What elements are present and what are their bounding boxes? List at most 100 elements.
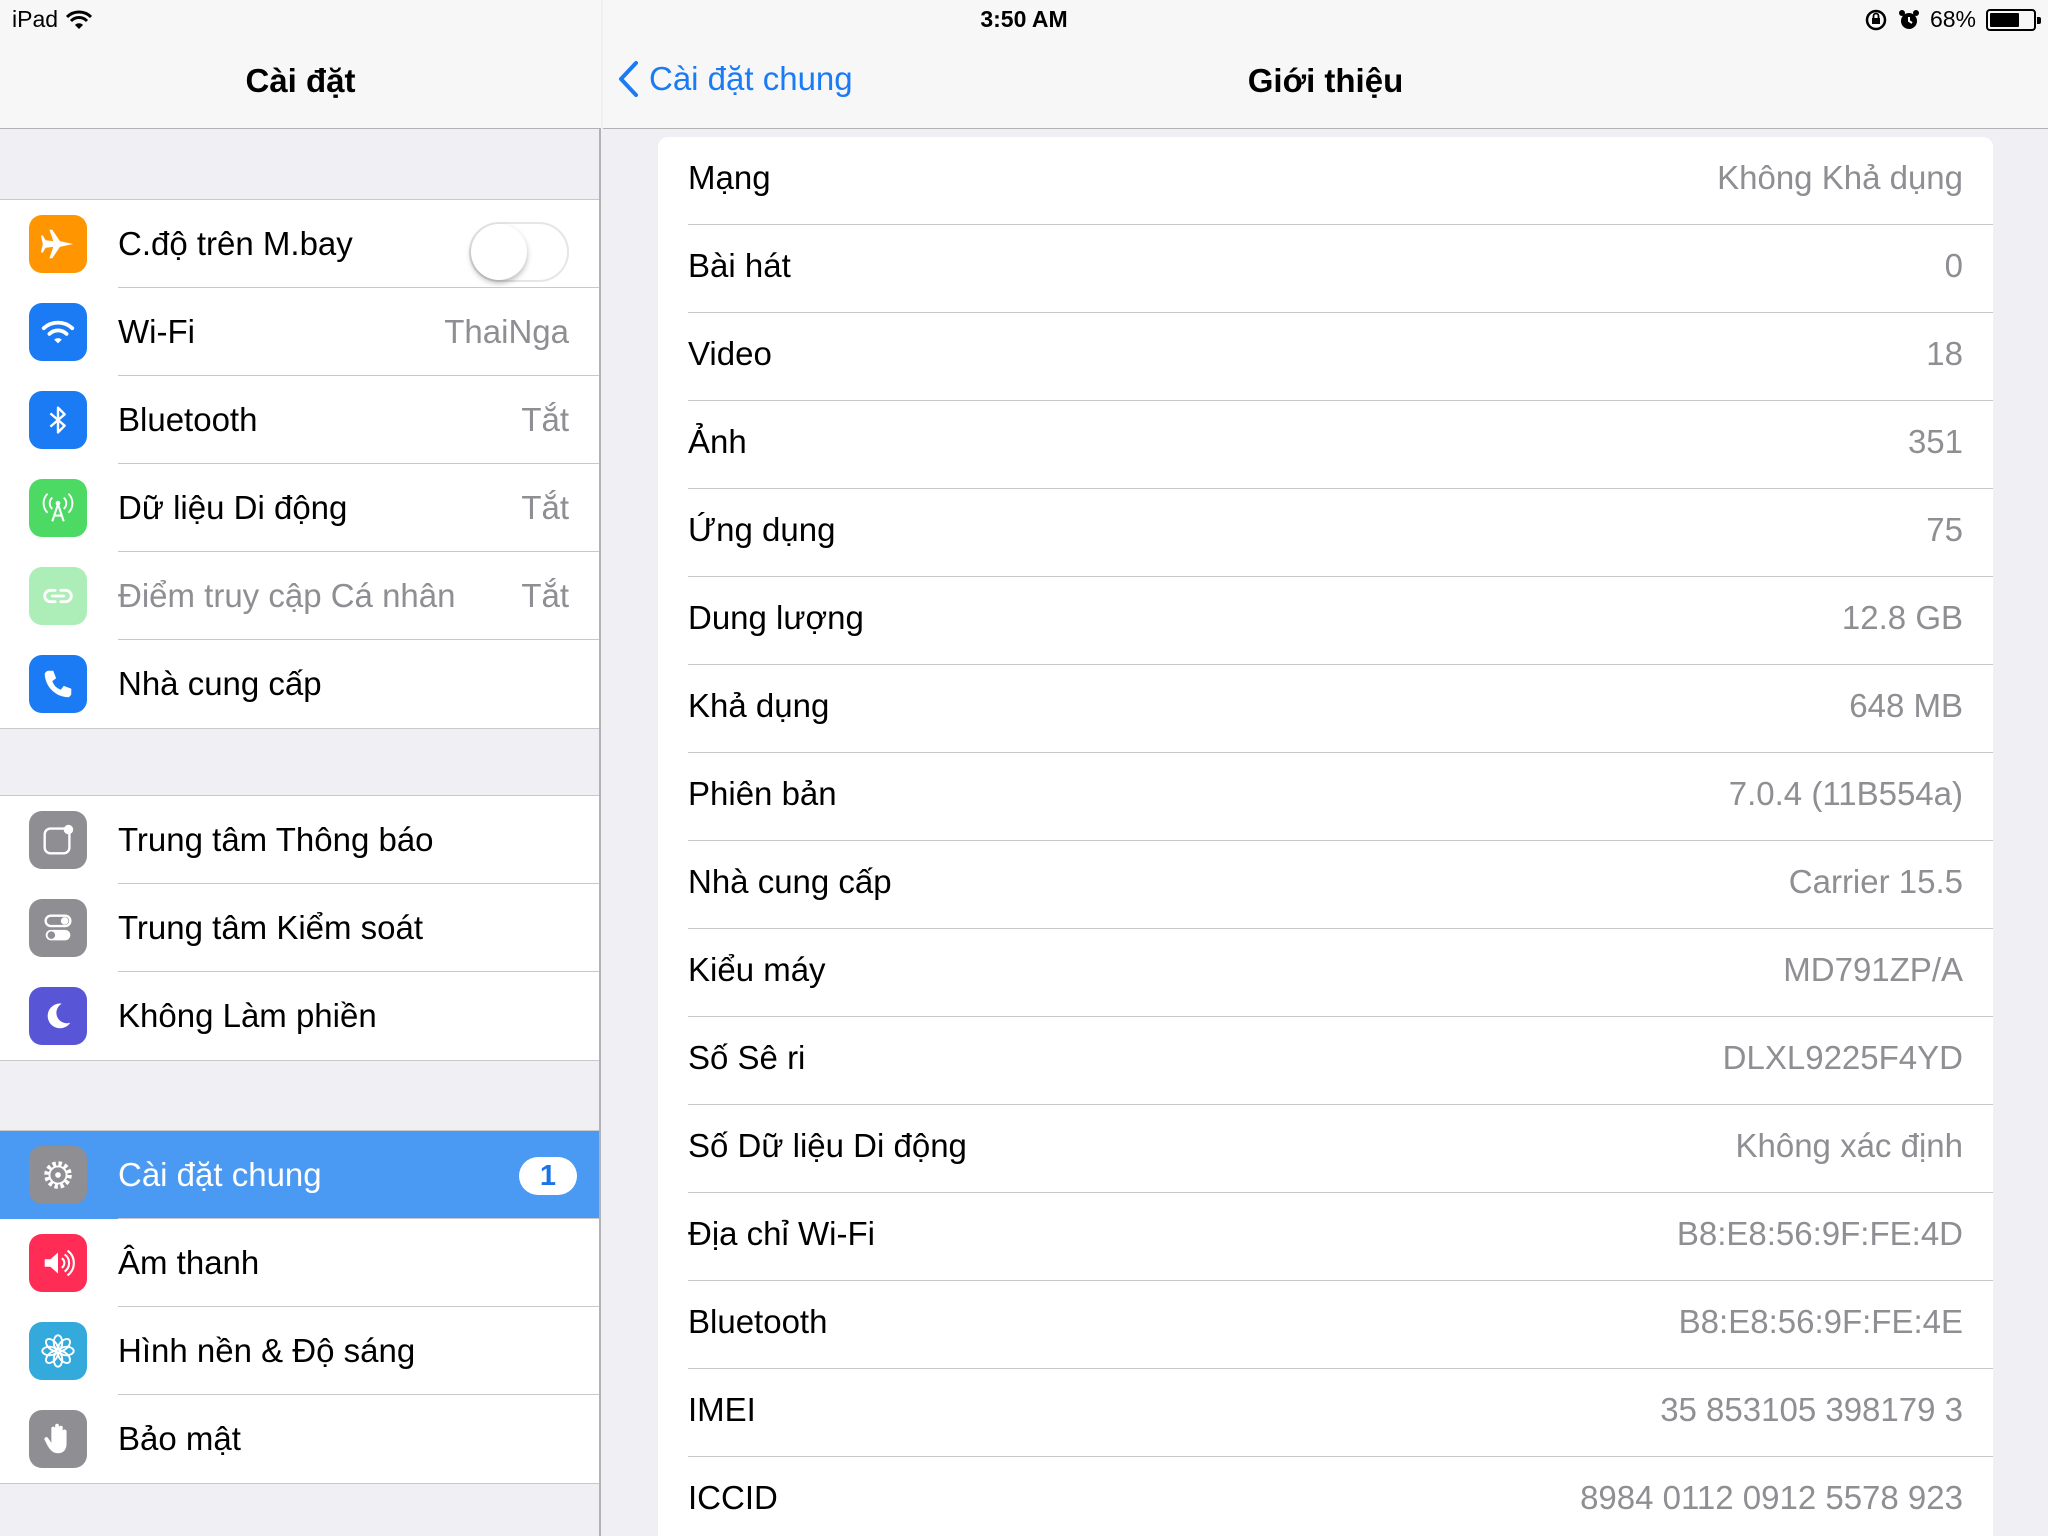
- info-row: Phiên bản 7.0.4 (11B554a): [658, 753, 1993, 841]
- info-value: 8984 0112 0912 5578 923: [1580, 1479, 1963, 1516]
- sidebar-title: Cài đặt: [245, 62, 356, 99]
- info-label: Dung lượng: [688, 599, 864, 636]
- info-label: Nhà cung cấp: [688, 863, 892, 900]
- info-row: Ứng dụng 75: [658, 489, 1993, 577]
- info-row: Bài hát 0: [658, 225, 1993, 313]
- battery-percent: 68%: [1929, 6, 1976, 32]
- flower-icon: [29, 1322, 87, 1380]
- sidebar-item-label: Nhà cung cấp: [118, 665, 322, 702]
- toggle-knob: [471, 224, 527, 280]
- info-value: 12.8 GB: [1841, 599, 1963, 636]
- sidebar-item-control-center[interactable]: Trung tâm Kiểm soát: [0, 884, 599, 972]
- sidebar-item-label: Trung tâm Kiểm soát: [118, 909, 424, 946]
- sidebar-item-label: Không Làm phiền: [118, 997, 377, 1034]
- info-row: ICCID 8984 0112 0912 5578 923: [658, 1457, 1993, 1536]
- info-label: Mạng: [688, 159, 771, 196]
- info-row: Kiểu máy MD791ZP/A: [658, 929, 1993, 1017]
- info-value: Không xác định: [1735, 1127, 1963, 1164]
- sidebar-item-label: Bluetooth: [118, 401, 258, 438]
- info-label: Số Sê ri: [688, 1039, 806, 1076]
- airplane-icon: [29, 215, 87, 273]
- info-row: Số Sê ri DLXL9225F4YD: [658, 1017, 1993, 1105]
- sidebar-item-wifi[interactable]: Wi-Fi ThaiNga: [0, 288, 599, 376]
- hotspot-icon: [29, 567, 87, 625]
- sidebar-item-label: Cài đặt chung: [118, 1156, 322, 1193]
- info-label: Bài hát: [688, 247, 791, 284]
- info-row: Địa chỉ Wi-Fi B8:E8:56:9F:FE:4D: [658, 1193, 1993, 1281]
- info-row: Dung lượng 12.8 GB: [658, 577, 1993, 665]
- sidebar-group-preferences: Cài đặt chung 1 Âm thanh Hình nền & Độ s…: [0, 1130, 599, 1484]
- wifi-network-value: ThaiNga: [444, 313, 569, 350]
- info-label: Số Dữ liệu Di động: [688, 1127, 967, 1164]
- info-value: B8:E8:56:9F:FE:4E: [1678, 1303, 1963, 1340]
- info-label: Địa chỉ Wi-Fi: [688, 1215, 875, 1252]
- gear-icon: [29, 1146, 87, 1204]
- speaker-icon: [29, 1234, 87, 1292]
- sidebar-item-carrier[interactable]: Nhà cung cấp: [0, 640, 599, 728]
- sidebar-item-label: Dữ liệu Di động: [118, 489, 348, 526]
- info-row: Ảnh 351: [658, 401, 1993, 489]
- info-row: Khả dụng 648 MB: [658, 665, 1993, 753]
- status-bar: iPad 3:50 AM 68%: [0, 0, 2048, 40]
- info-value: 18: [1926, 335, 1963, 372]
- info-value: DLXL9225F4YD: [1722, 1039, 1963, 1076]
- control-center-icon: [29, 899, 87, 957]
- info-label: Khả dụng: [688, 687, 830, 724]
- battery-fill: [1990, 12, 2019, 27]
- info-value: 0: [1944, 247, 1963, 284]
- sidebar-item-hotspot[interactable]: Điểm truy cập Cá nhân Tắt: [0, 552, 599, 640]
- sidebar-item-wallpaper-brightness[interactable]: Hình nền & Độ sáng: [0, 1307, 599, 1395]
- battery-icon: [1986, 8, 2041, 31]
- sidebar-item-bluetooth[interactable]: Bluetooth Tắt: [0, 376, 599, 464]
- sidebar-item-label: C.độ trên M.bay: [118, 225, 353, 262]
- info-row: Số Dữ liệu Di động Không xác định: [658, 1105, 1993, 1193]
- info-value: Không Khả dụng: [1717, 159, 1963, 196]
- info-label: Phiên bản: [688, 775, 837, 812]
- moon-icon: [29, 987, 87, 1045]
- info-label: IMEI: [688, 1391, 756, 1428]
- alarm-icon: [1898, 9, 1919, 29]
- airplane-mode-toggle[interactable]: [469, 222, 569, 282]
- info-label: Bluetooth: [688, 1303, 828, 1340]
- page-title: Giới thiệu: [1247, 62, 1404, 99]
- info-value: 35 853105 398179 3: [1660, 1391, 1963, 1428]
- info-value: 7.0.4 (11B554a): [1728, 775, 1963, 812]
- rotation-lock-icon: [1865, 9, 1887, 30]
- info-value: 351: [1907, 423, 1963, 460]
- hand-icon: [29, 1410, 87, 1468]
- sidebar-item-label: Trung tâm Thông báo: [118, 821, 434, 858]
- about-info-list: Mạng Không Khả dụng Bài hát 0 Video 18 Ảnh 351 Ứ…: [658, 137, 1993, 1536]
- info-value: 75: [1926, 511, 1963, 548]
- status-time: 3:50 AM: [980, 6, 1068, 32]
- info-value: MD791ZP/A: [1783, 951, 1963, 988]
- info-row: Nhà cung cấp Carrier 15.5: [658, 841, 1993, 929]
- phone-icon: [29, 655, 87, 713]
- info-label: Ứng dụng: [688, 511, 836, 548]
- sidebar-item-privacy[interactable]: Bảo mật: [0, 1395, 599, 1483]
- info-value: B8:E8:56:9F:FE:4D: [1676, 1215, 1963, 1252]
- sidebar-item-notification-center[interactable]: Trung tâm Thông báo: [0, 796, 599, 884]
- sidebar-item-label: Hình nền & Độ sáng: [118, 1332, 416, 1369]
- about-detail-pane: Cài đặt chung Giới thiệu Mạng Không Khả d…: [603, 0, 2048, 1536]
- info-row: IMEI 35 853105 398179 3: [658, 1369, 1993, 1457]
- info-label: Kiểu máy: [688, 951, 826, 988]
- sidebar-group-system: Trung tâm Thông báo Trung tâm Kiểm soát …: [0, 795, 599, 1061]
- status-right: 68%: [1864, 6, 2041, 33]
- sidebar-item-cellular[interactable]: Dữ liệu Di động Tắt: [0, 464, 599, 552]
- sidebar-item-sounds[interactable]: Âm thanh: [0, 1219, 599, 1307]
- info-label: Ảnh: [688, 423, 747, 460]
- hotspot-status-value: Tắt: [521, 577, 569, 614]
- sidebar-item-airplane-mode[interactable]: C.độ trên M.bay: [0, 200, 599, 288]
- update-badge: 1: [519, 1157, 577, 1195]
- sidebar-item-general[interactable]: Cài đặt chung 1: [0, 1131, 599, 1219]
- sidebar-item-do-not-disturb[interactable]: Không Làm phiền: [0, 972, 599, 1060]
- info-row: Bluetooth B8:E8:56:9F:FE:4E: [658, 1281, 1993, 1369]
- info-label: Video: [688, 335, 772, 372]
- info-row: Video 18: [658, 313, 1993, 401]
- info-label: ICCID: [688, 1479, 778, 1516]
- sidebar-item-label: Bảo mật: [118, 1420, 241, 1457]
- settings-sidebar: Cài đặt C.độ trên M.bay Wi-Fi ThaiNga Bl…: [0, 0, 601, 1536]
- sidebar-item-label: Âm thanh: [118, 1244, 260, 1281]
- cellular-icon: [29, 479, 87, 537]
- bluetooth-icon: [29, 391, 87, 449]
